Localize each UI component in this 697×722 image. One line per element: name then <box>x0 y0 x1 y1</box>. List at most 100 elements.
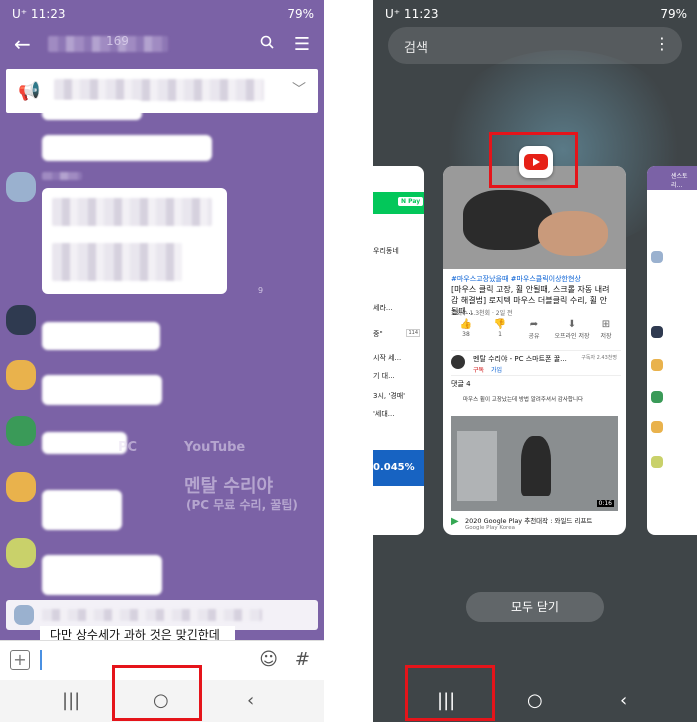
chat-bubble <box>42 135 212 161</box>
chat-bubble <box>42 432 127 454</box>
more-options-icon[interactable]: ⋮ <box>654 34 670 53</box>
status-carrier-time: U⁺ 11:23 <box>385 7 439 21</box>
video-actions: 👍 38 👎 1 ➦ 공유 ⬇ 오프라인 저장 ⊞ 저장 <box>443 319 626 345</box>
chat-bubble <box>42 490 122 530</box>
status-bar: U⁺ 11:23 79% <box>373 0 697 30</box>
save-button[interactable]: ⊞ 저장 <box>591 319 621 340</box>
avatar <box>651 359 663 371</box>
avatar <box>651 251 663 263</box>
card-title: 센스토리... <box>671 173 688 189</box>
area-label: 우리동네 <box>373 247 399 255</box>
card-header: 센스토리... <box>647 166 697 190</box>
chat-member-count: 169 <box>106 34 129 48</box>
avatar <box>651 391 663 403</box>
plus-icon[interactable]: + <box>10 650 30 670</box>
close-all-button[interactable]: 모두 닫기 <box>466 592 604 622</box>
status-battery: 79% <box>660 7 687 21</box>
video-hashtags[interactable]: #마우스고장났을때 #마우스클릭이상한현상 <box>451 274 581 284</box>
join-button[interactable]: 가입 <box>491 365 502 374</box>
download-label: 오프라인 저장 <box>554 333 590 340</box>
list-item: 시작 세... <box>373 354 402 362</box>
recent-app-card-browser[interactable]: N Pay 우리동네 세라... 중" 114 시작 세... 기 대... 3… <box>373 166 424 535</box>
messenger-screen: U⁺ 11:23 79% ← 169 ☰ 📢 ﹀ 9 PC YouTube 멘탈… <box>0 0 324 722</box>
back-button[interactable]: ‹ <box>247 690 254 711</box>
highlight-box-recents <box>405 665 495 721</box>
reply-text-redacted <box>42 609 262 621</box>
home-button[interactable]: ○ <box>527 690 543 711</box>
emoji-icon[interactable]: ☺ <box>259 649 278 670</box>
share-label: 공유 <box>528 333 540 340</box>
hamburger-menu-icon[interactable]: ☰ <box>294 34 310 55</box>
recent-app-card-messenger[interactable]: 센스토리... <box>647 166 697 535</box>
save-icon: ⊞ <box>601 319 611 330</box>
avatar <box>651 421 663 433</box>
highlight-box-youtube-icon <box>489 132 578 188</box>
avatar[interactable] <box>6 416 36 446</box>
finance-banner: 0.045% <box>373 450 424 486</box>
subscribe-button[interactable]: 구독 <box>473 365 484 374</box>
subscriber-count: 구독자 2.43천명 <box>581 355 617 361</box>
avatar[interactable] <box>6 305 36 335</box>
naver-header: N Pay <box>373 192 424 214</box>
avatar[interactable] <box>6 360 36 390</box>
channel-watermark: PC YouTube 멘탈 수리야 (PC 무료 수리, 꿀팁) <box>118 440 298 512</box>
share-button[interactable]: ➦ 공유 <box>519 319 549 340</box>
list-item: 중" <box>373 330 383 338</box>
avatar[interactable] <box>6 472 36 502</box>
top-comment: 마우스 휠이 고장났는데 방법 알려주셔서 감사합니다 <box>463 397 584 403</box>
chevron-down-icon[interactable]: ﹀ <box>292 79 306 99</box>
list-item: '세대... <box>373 410 395 418</box>
dislike-count: 1 <box>498 331 502 338</box>
search-icon[interactable] <box>260 35 274 49</box>
avatar[interactable] <box>6 172 36 202</box>
notice-text-redacted <box>54 79 264 101</box>
npay-badge: N Pay <box>398 197 424 206</box>
recent-apps-screen: U⁺ 11:23 79% 검색 ⋮ N Pay 우리동네 세라... 중" 11… <box>373 0 697 722</box>
back-arrow-icon[interactable]: ← <box>14 32 31 56</box>
chat-bubble <box>42 322 160 350</box>
like-button[interactable]: 👍 38 <box>451 319 481 338</box>
list-item: 3시, '경매' <box>373 392 406 400</box>
message-input[interactable] <box>40 650 42 670</box>
message-time: 9 <box>258 286 264 295</box>
avatar <box>651 326 663 338</box>
like-count: 38 <box>462 331 470 338</box>
video-duration: 0:16 <box>596 500 614 507</box>
status-bar: U⁺ 11:23 79% <box>0 0 324 30</box>
avatar[interactable] <box>6 538 36 568</box>
status-carrier-time: U⁺ 11:23 <box>12 7 66 21</box>
back-button[interactable]: ‹ <box>620 690 627 711</box>
recommended-video-thumbnail[interactable]: 0:16 <box>451 416 618 511</box>
status-battery: 79% <box>287 7 314 21</box>
recents-search-bar[interactable]: 검색 ⋮ <box>388 27 682 64</box>
watermark-pc: PC <box>118 440 138 455</box>
sender-name <box>42 172 82 180</box>
hand-shape <box>538 211 608 256</box>
channel-row[interactable]: 멘탈 수리야 - PC 스마트폰 꿀... 구독자 2.43천명 구독 가입 <box>451 350 621 376</box>
recommended-video-channel: Google Play Korea <box>465 525 515 531</box>
dislike-button[interactable]: 👎 1 <box>485 319 515 338</box>
download-icon: ⬇ <box>567 319 577 330</box>
comment-count: 114 <box>406 329 420 337</box>
video-views: 조회수 1.3천회 · 2일 전 <box>451 310 513 317</box>
list-item: 기 대... <box>373 372 395 380</box>
watermark-name: 멘탈 수리야 <box>184 476 274 497</box>
download-button[interactable]: ⬇ 오프라인 저장 <box>553 319 591 340</box>
recommended-video-title: 2020 Google Play 추천대작 : 와일드 리프트 <box>465 517 593 525</box>
avatar <box>651 456 663 468</box>
list-item: 세라... <box>373 304 393 312</box>
building-shape <box>457 431 497 501</box>
comments-header[interactable]: 댓글 4 <box>451 379 471 389</box>
chat-bubble <box>42 100 142 120</box>
avatar <box>14 605 34 625</box>
hashtag-icon[interactable]: # <box>295 649 310 670</box>
recents-button[interactable]: ||| <box>62 690 80 711</box>
recent-app-card-youtube[interactable]: #마우스고장났을때 #마우스클릭이상한현상 [마우스 클릭 고장, 휠 안될때,… <box>443 166 626 535</box>
megaphone-icon: 📢 <box>18 81 41 102</box>
watermark-brand: YouTube <box>184 440 246 455</box>
thumbs-down-icon: 👎 <box>493 319 507 330</box>
chat-bubble <box>42 555 162 595</box>
channel-name: 멘탈 수리야 - PC 스마트폰 꿀... <box>473 355 567 363</box>
channel-avatar[interactable] <box>451 355 465 369</box>
google-play-icon: ▶ <box>451 516 459 527</box>
